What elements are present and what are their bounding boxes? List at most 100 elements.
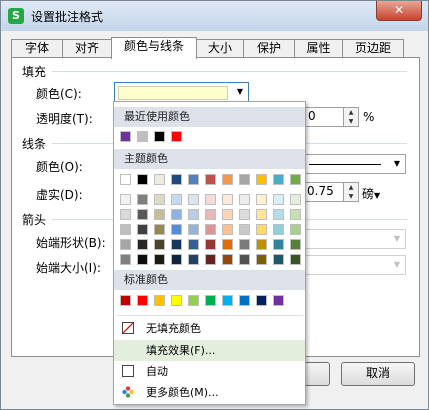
- color-swatch-theme-shade[interactable]: [222, 209, 233, 220]
- color-swatch-theme-shade[interactable]: [273, 209, 284, 220]
- color-swatch-theme-shade[interactable]: [290, 239, 301, 250]
- color-swatch-theme-shade[interactable]: [222, 194, 233, 205]
- color-swatch-standard[interactable]: [120, 295, 131, 306]
- color-swatch-theme-shade[interactable]: [205, 209, 216, 220]
- line-weight-input[interactable]: 0.75: [304, 182, 343, 202]
- color-swatch-theme-shade[interactable]: [171, 224, 182, 235]
- color-swatch-theme-shade[interactable]: [205, 224, 216, 235]
- color-swatch-theme[interactable]: [188, 174, 199, 185]
- color-swatch-theme-shade[interactable]: [239, 194, 250, 205]
- color-swatch-theme-shade[interactable]: [137, 254, 148, 265]
- cancel-button[interactable]: 取消: [341, 362, 415, 386]
- color-swatch-theme[interactable]: [273, 174, 284, 185]
- tab-alignment[interactable]: 对齐: [62, 39, 112, 58]
- color-swatch-theme-shade[interactable]: [273, 254, 284, 265]
- color-swatch-theme-shade[interactable]: [154, 239, 165, 250]
- color-swatch-theme-shade[interactable]: [171, 254, 182, 265]
- begin-size-dropdown[interactable]: ▼: [304, 255, 406, 275]
- tab-protection[interactable]: 保护: [243, 39, 295, 58]
- color-swatch-theme[interactable]: [171, 174, 182, 185]
- line-style-dropdown[interactable]: ▼: [304, 154, 406, 174]
- transparency-input[interactable]: 0: [304, 107, 343, 127]
- color-swatch-theme-shade[interactable]: [171, 194, 182, 205]
- begin-style-dropdown[interactable]: ▼: [304, 229, 406, 249]
- color-swatch-theme[interactable]: [290, 174, 301, 185]
- color-swatch-theme-shade[interactable]: [154, 209, 165, 220]
- tab-colors-and-lines[interactable]: 颜色与线条: [111, 37, 197, 59]
- spin-down-icon[interactable]: ▼: [344, 117, 358, 126]
- fill-color-dropdown[interactable]: ▼: [114, 82, 249, 102]
- color-swatch-theme[interactable]: [222, 174, 233, 185]
- tab-size[interactable]: 大小: [196, 39, 244, 58]
- tab-properties[interactable]: 属性: [294, 39, 343, 58]
- color-swatch-standard[interactable]: [154, 295, 165, 306]
- more-colors-item[interactable]: 更多颜色(M)...: [114, 382, 305, 403]
- color-swatch-theme[interactable]: [154, 174, 165, 185]
- color-swatch-theme-shade[interactable]: [188, 194, 199, 205]
- color-swatch-theme-shade[interactable]: [120, 254, 131, 265]
- color-swatch-standard[interactable]: [171, 295, 182, 306]
- color-swatch-recent[interactable]: [120, 131, 131, 142]
- no-fill-item[interactable]: 无填充颜色: [114, 318, 305, 339]
- color-swatch-theme-shade[interactable]: [290, 209, 301, 220]
- color-swatch-standard[interactable]: [188, 295, 199, 306]
- color-swatch-theme-shade[interactable]: [239, 239, 250, 250]
- color-swatch-theme-shade[interactable]: [171, 239, 182, 250]
- color-swatch-standard[interactable]: [239, 295, 250, 306]
- color-swatch-theme[interactable]: [120, 174, 131, 185]
- color-swatch-standard[interactable]: [222, 295, 233, 306]
- color-swatch-theme-shade[interactable]: [205, 194, 216, 205]
- color-swatch-theme-shade[interactable]: [120, 224, 131, 235]
- color-swatch-theme-shade[interactable]: [222, 254, 233, 265]
- color-swatch-theme-shade[interactable]: [256, 209, 267, 220]
- color-swatch-theme-shade[interactable]: [290, 194, 301, 205]
- color-swatch-theme-shade[interactable]: [256, 194, 267, 205]
- color-swatch-standard[interactable]: [256, 295, 267, 306]
- color-swatch-theme-shade[interactable]: [120, 194, 131, 205]
- color-swatch-theme-shade[interactable]: [137, 224, 148, 235]
- color-swatch-theme-shade[interactable]: [256, 239, 267, 250]
- color-swatch-theme-shade[interactable]: [205, 239, 216, 250]
- color-swatch-theme-shade[interactable]: [188, 254, 199, 265]
- color-swatch-theme-shade[interactable]: [273, 194, 284, 205]
- color-swatch-theme-shade[interactable]: [239, 209, 250, 220]
- color-swatch-theme-shade[interactable]: [290, 254, 301, 265]
- color-swatch-theme-shade[interactable]: [256, 254, 267, 265]
- spin-up-icon[interactable]: ▲: [344, 108, 358, 117]
- color-swatch-theme-shade[interactable]: [290, 224, 301, 235]
- color-swatch-theme-shade[interactable]: [239, 254, 250, 265]
- color-swatch-theme-shade[interactable]: [222, 224, 233, 235]
- color-swatch-recent[interactable]: [137, 131, 148, 142]
- fill-effects-item[interactable]: 填充效果(F)...: [114, 340, 305, 361]
- color-swatch-theme-shade[interactable]: [239, 224, 250, 235]
- spin-down-icon[interactable]: ▼: [344, 192, 358, 201]
- color-swatch-theme-shade[interactable]: [137, 239, 148, 250]
- close-button[interactable]: ✕: [376, 1, 422, 21]
- tab-font[interactable]: 字体: [11, 39, 63, 58]
- color-swatch-theme-shade[interactable]: [273, 239, 284, 250]
- color-swatch-theme-shade[interactable]: [171, 209, 182, 220]
- color-swatch-theme-shade[interactable]: [273, 224, 284, 235]
- color-swatch-theme-shade[interactable]: [154, 224, 165, 235]
- color-swatch-theme[interactable]: [205, 174, 216, 185]
- spin-up-icon[interactable]: ▲: [344, 183, 358, 192]
- transparency-stepper[interactable]: ▲ ▼: [343, 107, 359, 127]
- color-swatch-theme-shade[interactable]: [222, 239, 233, 250]
- color-swatch-theme-shade[interactable]: [188, 239, 199, 250]
- line-weight-unit[interactable]: 磅▼: [362, 185, 380, 202]
- color-swatch-theme-shade[interactable]: [256, 224, 267, 235]
- color-swatch-theme-shade[interactable]: [120, 209, 131, 220]
- color-swatch-recent[interactable]: [154, 131, 165, 142]
- color-swatch-theme-shade[interactable]: [137, 209, 148, 220]
- color-swatch-theme-shade[interactable]: [205, 254, 216, 265]
- color-swatch-theme-shade[interactable]: [188, 209, 199, 220]
- line-weight-stepper[interactable]: ▲ ▼: [343, 182, 359, 202]
- color-swatch-theme[interactable]: [256, 174, 267, 185]
- color-swatch-standard[interactable]: [137, 295, 148, 306]
- color-swatch-theme-shade[interactable]: [154, 254, 165, 265]
- automatic-item[interactable]: 自动: [114, 361, 305, 382]
- color-swatch-standard[interactable]: [205, 295, 216, 306]
- tab-margins[interactable]: 页边距: [342, 39, 404, 58]
- color-swatch-theme[interactable]: [239, 174, 250, 185]
- color-swatch-recent[interactable]: [171, 131, 182, 142]
